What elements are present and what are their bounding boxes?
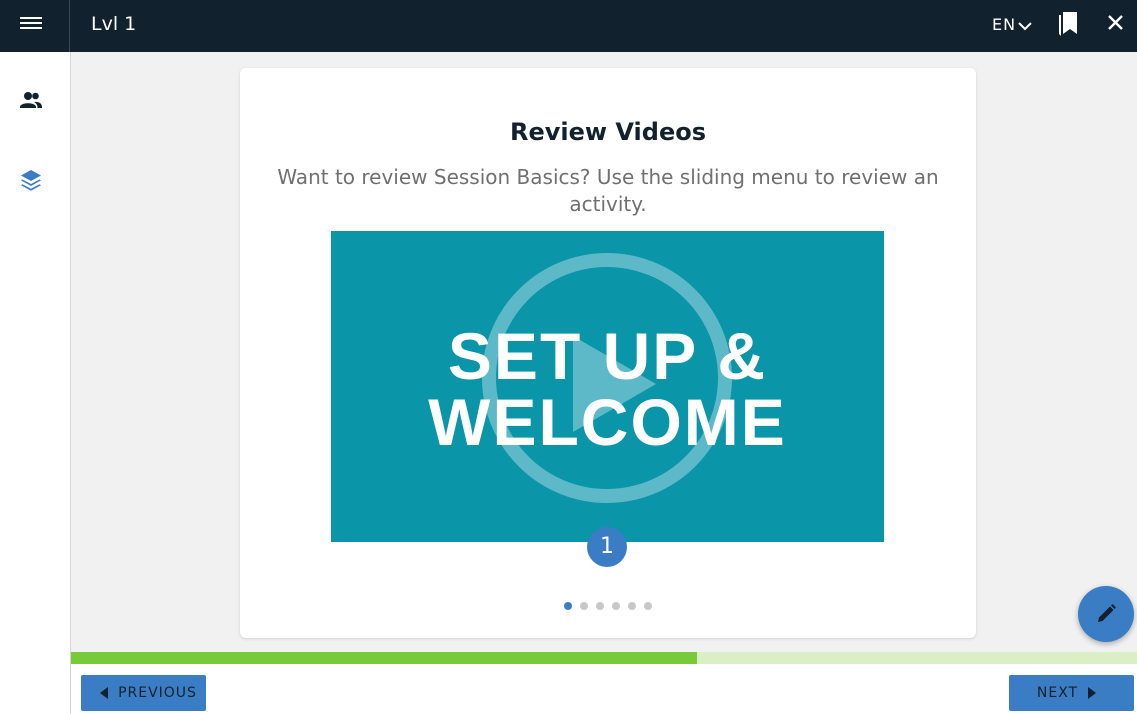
previous-button[interactable]: PREVIOUS <box>81 675 206 711</box>
close-icon[interactable] <box>1107 14 1124 35</box>
people-icon[interactable] <box>19 88 43 112</box>
hamburger-menu-icon[interactable] <box>20 14 42 36</box>
language-label: EN <box>992 15 1017 34</box>
carousel-dot[interactable] <box>644 602 652 610</box>
next-button[interactable]: NEXT <box>1009 675 1134 711</box>
menu-cell <box>0 0 70 52</box>
top-bar: Lvl 1 EN <box>0 0 1137 52</box>
card-subtitle: Want to review Session Basics? Use the s… <box>277 165 939 216</box>
sidebar <box>0 52 71 714</box>
carousel-dot[interactable] <box>628 602 636 610</box>
video-thumbnail[interactable]: SET UP & WELCOME <box>331 231 884 542</box>
pencil-icon <box>1098 604 1116 622</box>
card-title: Review Videos <box>509 118 707 146</box>
content-card: Review Videos Want to review Session Bas… <box>240 68 976 638</box>
progress-fill <box>71 652 697 664</box>
previous-label: PREVIOUS <box>118 685 197 701</box>
carousel-dot[interactable] <box>564 602 572 610</box>
bookmarks-icon[interactable] <box>1057 12 1079 40</box>
footer-nav: PREVIOUS NEXT <box>71 664 1137 714</box>
progress-bar <box>71 652 1137 664</box>
video-title-line-1: SET UP & <box>447 319 768 393</box>
next-label: NEXT <box>1036 685 1079 701</box>
chevron-down-icon <box>1018 21 1032 30</box>
caret-left-icon <box>100 687 109 699</box>
slide-number-badge: 1 <box>587 527 627 567</box>
edit-button[interactable] <box>1078 586 1134 642</box>
carousel-dot[interactable] <box>580 602 588 610</box>
carousel-dot[interactable] <box>596 602 604 610</box>
layers-icon[interactable] <box>19 168 43 192</box>
carousel-dot[interactable] <box>612 602 620 610</box>
video-title-line-2: WELCOME <box>428 385 787 459</box>
page-title: Lvl 1 <box>91 13 137 35</box>
video-title: SET UP & WELCOME <box>331 323 884 455</box>
caret-right-icon <box>1088 687 1097 699</box>
language-selector[interactable]: EN <box>992 15 1032 34</box>
